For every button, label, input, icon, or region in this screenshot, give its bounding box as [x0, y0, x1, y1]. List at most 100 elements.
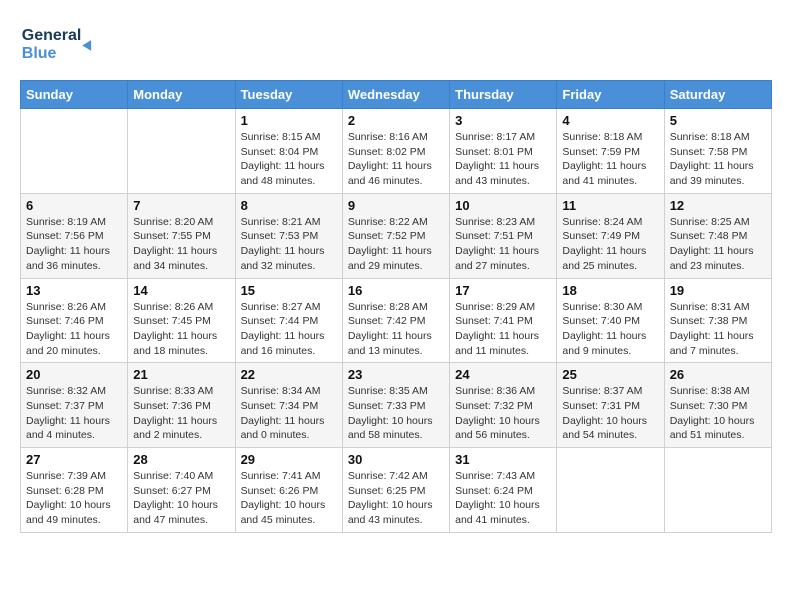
day-number: 30 [348, 452, 444, 467]
weekday-header-row: SundayMondayTuesdayWednesdayThursdayFrid… [21, 81, 772, 109]
day-info: Sunrise: 8:27 AM Sunset: 7:44 PM Dayligh… [241, 300, 337, 359]
day-info: Sunrise: 8:24 AM Sunset: 7:49 PM Dayligh… [562, 215, 658, 274]
day-number: 10 [455, 198, 551, 213]
day-number: 29 [241, 452, 337, 467]
day-info: Sunrise: 8:28 AM Sunset: 7:42 PM Dayligh… [348, 300, 444, 359]
day-info: Sunrise: 8:20 AM Sunset: 7:55 PM Dayligh… [133, 215, 229, 274]
calendar-cell: 20 Sunrise: 8:32 AM Sunset: 7:37 PM Dayli… [21, 363, 128, 448]
day-number: 8 [241, 198, 337, 213]
weekday-header-cell: Friday [557, 81, 664, 109]
calendar-cell: 8 Sunrise: 8:21 AM Sunset: 7:53 PM Daylig… [235, 193, 342, 278]
calendar-week-row: 6 Sunrise: 8:19 AM Sunset: 7:56 PM Daylig… [21, 193, 772, 278]
day-info: Sunrise: 8:38 AM Sunset: 7:30 PM Dayligh… [670, 384, 766, 443]
calendar-table: SundayMondayTuesdayWednesdayThursdayFrid… [20, 80, 772, 533]
day-info: Sunrise: 8:37 AM Sunset: 7:31 PM Dayligh… [562, 384, 658, 443]
day-info: Sunrise: 7:43 AM Sunset: 6:24 PM Dayligh… [455, 469, 551, 528]
day-info: Sunrise: 7:41 AM Sunset: 6:26 PM Dayligh… [241, 469, 337, 528]
calendar-cell: 31 Sunrise: 7:43 AM Sunset: 6:24 PM Dayli… [450, 448, 557, 533]
calendar-cell: 2 Sunrise: 8:16 AM Sunset: 8:02 PM Daylig… [342, 109, 449, 194]
day-number: 7 [133, 198, 229, 213]
day-info: Sunrise: 8:16 AM Sunset: 8:02 PM Dayligh… [348, 130, 444, 189]
day-number: 14 [133, 283, 229, 298]
day-number: 4 [562, 113, 658, 128]
day-number: 23 [348, 367, 444, 382]
day-number: 5 [670, 113, 766, 128]
day-info: Sunrise: 8:35 AM Sunset: 7:33 PM Dayligh… [348, 384, 444, 443]
day-info: Sunrise: 8:25 AM Sunset: 7:48 PM Dayligh… [670, 215, 766, 274]
day-info: Sunrise: 8:33 AM Sunset: 7:36 PM Dayligh… [133, 384, 229, 443]
calendar-cell: 21Sunrise: 8:33 AM Sunset: 7:36 PM Dayli… [128, 363, 235, 448]
day-number: 1 [241, 113, 337, 128]
day-number: 17 [455, 283, 551, 298]
calendar-body: 1 Sunrise: 8:15 AM Sunset: 8:04 PM Daylig… [21, 109, 772, 533]
calendar-cell [557, 448, 664, 533]
calendar-cell: 1 Sunrise: 8:15 AM Sunset: 8:04 PM Daylig… [235, 109, 342, 194]
calendar-cell: 17 Sunrise: 8:29 AM Sunset: 7:41 PM Dayli… [450, 278, 557, 363]
day-info: Sunrise: 8:31 AM Sunset: 7:38 PM Dayligh… [670, 300, 766, 359]
calendar-cell: 7 Sunrise: 8:20 AM Sunset: 7:55 PM Daylig… [128, 193, 235, 278]
day-number: 6 [26, 198, 122, 213]
svg-text:General: General [22, 27, 82, 44]
day-number: 18 [562, 283, 658, 298]
day-info: Sunrise: 8:26 AM Sunset: 7:46 PM Dayligh… [26, 300, 122, 359]
calendar-cell: 26 Sunrise: 8:38 AM Sunset: 7:30 PM Dayli… [664, 363, 771, 448]
day-number: 13 [26, 283, 122, 298]
calendar-cell: 16 Sunrise: 8:28 AM Sunset: 7:42 PM Dayli… [342, 278, 449, 363]
calendar-cell: 18 Sunrise: 8:30 AM Sunset: 7:40 PM Dayli… [557, 278, 664, 363]
day-info: Sunrise: 8:29 AM Sunset: 7:41 PM Dayligh… [455, 300, 551, 359]
calendar-cell: 19 Sunrise: 8:31 AM Sunset: 7:38 PM Dayli… [664, 278, 771, 363]
calendar-week-row: 1 Sunrise: 8:15 AM Sunset: 8:04 PM Daylig… [21, 109, 772, 194]
logo-svg: General Blue [20, 20, 100, 70]
calendar-week-row: 27Sunrise: 7:39 AM Sunset: 6:28 PM Dayli… [21, 448, 772, 533]
day-info: Sunrise: 8:19 AM Sunset: 7:56 PM Dayligh… [26, 215, 122, 274]
day-info: Sunrise: 8:32 AM Sunset: 7:37 PM Dayligh… [26, 384, 122, 443]
day-number: 22 [241, 367, 337, 382]
day-info: Sunrise: 8:18 AM Sunset: 7:59 PM Dayligh… [562, 130, 658, 189]
calendar-cell: 30 Sunrise: 7:42 AM Sunset: 6:25 PM Dayli… [342, 448, 449, 533]
calendar-week-row: 20 Sunrise: 8:32 AM Sunset: 7:37 PM Dayli… [21, 363, 772, 448]
day-info: Sunrise: 8:30 AM Sunset: 7:40 PM Dayligh… [562, 300, 658, 359]
day-number: 19 [670, 283, 766, 298]
day-number: 12 [670, 198, 766, 213]
calendar-cell: 15Sunrise: 8:27 AM Sunset: 7:44 PM Dayli… [235, 278, 342, 363]
day-number: 26 [670, 367, 766, 382]
weekday-header-cell: Sunday [21, 81, 128, 109]
calendar-cell: 23 Sunrise: 8:35 AM Sunset: 7:33 PM Dayli… [342, 363, 449, 448]
day-info: Sunrise: 8:36 AM Sunset: 7:32 PM Dayligh… [455, 384, 551, 443]
day-number: 20 [26, 367, 122, 382]
calendar-cell: 10 Sunrise: 8:23 AM Sunset: 7:51 PM Dayli… [450, 193, 557, 278]
calendar-cell [128, 109, 235, 194]
day-info: Sunrise: 8:34 AM Sunset: 7:34 PM Dayligh… [241, 384, 337, 443]
day-info: Sunrise: 8:22 AM Sunset: 7:52 PM Dayligh… [348, 215, 444, 274]
page-header: General Blue [20, 20, 772, 70]
svg-text:Blue: Blue [22, 45, 57, 62]
calendar-cell: 24 Sunrise: 8:36 AM Sunset: 7:32 PM Dayli… [450, 363, 557, 448]
calendar-cell: 4 Sunrise: 8:18 AM Sunset: 7:59 PM Daylig… [557, 109, 664, 194]
day-number: 16 [348, 283, 444, 298]
calendar-cell: 12 Sunrise: 8:25 AM Sunset: 7:48 PM Dayli… [664, 193, 771, 278]
day-info: Sunrise: 8:21 AM Sunset: 7:53 PM Dayligh… [241, 215, 337, 274]
day-info: Sunrise: 7:39 AM Sunset: 6:28 PM Dayligh… [26, 469, 122, 528]
day-info: Sunrise: 8:23 AM Sunset: 7:51 PM Dayligh… [455, 215, 551, 274]
day-number: 11 [562, 198, 658, 213]
day-info: Sunrise: 8:18 AM Sunset: 7:58 PM Dayligh… [670, 130, 766, 189]
day-number: 2 [348, 113, 444, 128]
calendar-cell: 14 Sunrise: 8:26 AM Sunset: 7:45 PM Dayli… [128, 278, 235, 363]
calendar-cell: 11 Sunrise: 8:24 AM Sunset: 7:49 PM Dayli… [557, 193, 664, 278]
weekday-header-cell: Saturday [664, 81, 771, 109]
calendar-cell [21, 109, 128, 194]
day-number: 24 [455, 367, 551, 382]
day-number: 3 [455, 113, 551, 128]
day-info: Sunrise: 7:40 AM Sunset: 6:27 PM Dayligh… [133, 469, 229, 528]
day-info: Sunrise: 8:15 AM Sunset: 8:04 PM Dayligh… [241, 130, 337, 189]
weekday-header-cell: Monday [128, 81, 235, 109]
calendar-week-row: 13 Sunrise: 8:26 AM Sunset: 7:46 PM Dayli… [21, 278, 772, 363]
day-info: Sunrise: 8:26 AM Sunset: 7:45 PM Dayligh… [133, 300, 229, 359]
weekday-header-cell: Thursday [450, 81, 557, 109]
day-number: 28 [133, 452, 229, 467]
day-info: Sunrise: 7:42 AM Sunset: 6:25 PM Dayligh… [348, 469, 444, 528]
day-number: 31 [455, 452, 551, 467]
calendar-cell: 3Sunrise: 8:17 AM Sunset: 8:01 PM Daylig… [450, 109, 557, 194]
calendar-cell: 28 Sunrise: 7:40 AM Sunset: 6:27 PM Dayli… [128, 448, 235, 533]
calendar-cell: 27Sunrise: 7:39 AM Sunset: 6:28 PM Dayli… [21, 448, 128, 533]
